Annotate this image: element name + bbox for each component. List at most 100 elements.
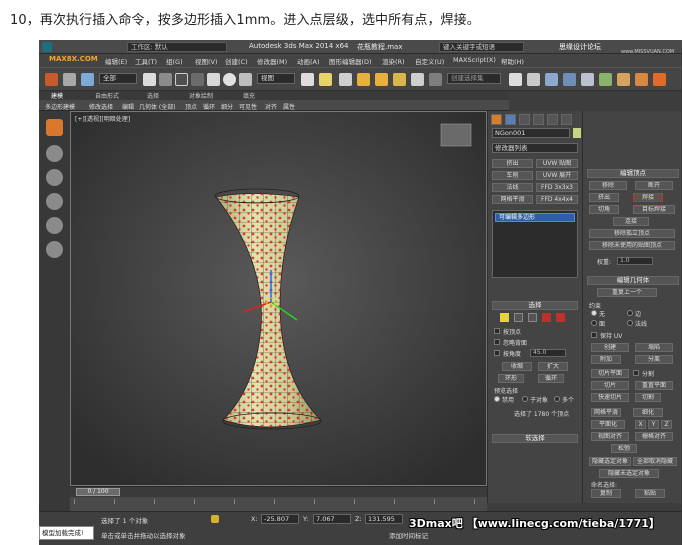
menu-tools[interactable]: 工具(T) (135, 56, 157, 66)
scale-icon[interactable] (239, 73, 252, 86)
target-weld-button[interactable]: 目标焊接 (633, 205, 675, 214)
ribbon-item-poly-modeling[interactable]: 多边形建模 (45, 102, 75, 111)
menu-animation[interactable]: 动画(A) (297, 56, 320, 66)
z-coord-field[interactable]: 131.595 (365, 514, 403, 524)
create-button[interactable]: 创建 (591, 343, 629, 352)
tessellate-button[interactable]: 细化 (633, 408, 663, 417)
ribbon-item-loops[interactable]: 循环 (203, 102, 215, 111)
lock-selection-icon[interactable] (211, 515, 219, 523)
view-cube[interactable] (440, 123, 472, 147)
constraint-face-radio[interactable] (591, 320, 597, 326)
unlink-icon[interactable] (81, 73, 94, 86)
hide-selected-button[interactable]: 隐藏选定对象 (589, 457, 631, 466)
polygon-level-icon[interactable] (542, 313, 551, 322)
menu-graph-editors[interactable]: 图形编辑器(D) (329, 56, 372, 66)
search-input[interactable]: 键入关键字或短语 (439, 42, 524, 52)
angle-snap-icon[interactable] (375, 73, 388, 86)
maxscript-listener[interactable]: 模型加载完成! (39, 526, 94, 540)
element-level-icon[interactable] (556, 313, 565, 322)
vertex-level-icon[interactable] (500, 313, 509, 322)
stack-item-editable-poly[interactable]: 可编辑多边形 (495, 213, 575, 222)
by-angle-field[interactable]: 45.0 (530, 349, 566, 357)
select-manipulate-icon[interactable] (319, 73, 332, 86)
rotate-icon[interactable] (223, 73, 236, 86)
ffd4-modifier-button[interactable]: FFD 4x4x4 (536, 195, 578, 204)
ribbon-item-properties[interactable]: 属性 (283, 102, 295, 111)
paste-button[interactable]: 粘贴 (635, 489, 665, 498)
preview-multi-radio[interactable] (554, 396, 560, 402)
spinner-snap-icon[interactable] (411, 73, 424, 86)
edit-vertices-header[interactable]: 编辑顶点 (587, 169, 679, 178)
cloud-icon[interactable] (46, 193, 63, 210)
reference-coord-dropdown[interactable]: 视图 (257, 73, 295, 84)
slice-plane-button[interactable]: 切片平面 (591, 369, 629, 378)
ribbon-item-align[interactable]: 对齐 (265, 102, 277, 111)
preview-off-radio[interactable] (494, 396, 500, 402)
menu-modifiers[interactable]: 修改器(M) (257, 56, 287, 66)
grow-button[interactable]: 扩大 (538, 362, 568, 371)
uvw-unwrap-modifier-button[interactable]: UVW 展开 (536, 171, 578, 180)
render-setup-icon[interactable] (635, 73, 648, 86)
edit-geometry-header[interactable]: 编辑几何体 (587, 276, 679, 285)
loop-button[interactable]: 循环 (538, 374, 564, 383)
menu-views[interactable]: 视图(V) (195, 56, 218, 66)
break-button[interactable]: 断开 (635, 181, 673, 190)
reset-plane-button[interactable]: 重置平面 (635, 381, 673, 390)
ribbon-tab-modeling[interactable]: 建模 (51, 91, 63, 100)
soft-selection-rollout-header[interactable]: 软选择 (492, 434, 578, 443)
render-icon[interactable] (653, 73, 666, 86)
remove-button[interactable]: 移除 (589, 181, 627, 190)
time-slider[interactable]: 0 / 100 (70, 486, 487, 497)
ring-button[interactable]: 环形 (498, 374, 524, 383)
utilities-tab-icon[interactable] (561, 114, 572, 125)
undo-icon[interactable] (45, 73, 58, 86)
collapse-button[interactable]: 塌陷 (635, 343, 673, 352)
by-vertex-checkbox[interactable] (494, 328, 500, 334)
track-bar[interactable] (70, 497, 487, 511)
perspective-viewport[interactable]: [+][透视][明暗处理] (70, 111, 487, 486)
ffd3-modifier-button[interactable]: FFD 3x3x3 (536, 183, 578, 192)
display-tab-icon[interactable] (547, 114, 558, 125)
grid-align-button[interactable]: 栅格对齐 (635, 432, 673, 441)
box-icon[interactable] (46, 119, 63, 136)
percent-snap-icon[interactable] (393, 73, 406, 86)
hide-unselected-button[interactable]: 隐藏未选定对象 (599, 469, 659, 478)
settings-icon[interactable] (46, 241, 63, 258)
menu-group[interactable]: 组(G) (166, 56, 183, 66)
add-time-tag[interactable]: 添加时间标记 (389, 530, 428, 540)
snap-icon[interactable] (357, 73, 370, 86)
ribbon-item-geometry-all[interactable]: 几何体 (全部) (139, 102, 176, 111)
ribbon-item-subdivision[interactable]: 细分 (221, 102, 233, 111)
workspace-dropdown[interactable]: 工作区: 默认 (127, 42, 227, 52)
hierarchy-tab-icon[interactable] (519, 114, 530, 125)
edit-named-sel-icon[interactable] (429, 73, 442, 86)
constraint-none-radio[interactable] (591, 310, 597, 316)
quickslice-button[interactable]: 快速切片 (591, 393, 629, 402)
ribbon-tab-object-paint[interactable]: 对象绘制 (189, 91, 213, 100)
constraint-normal-radio[interactable] (627, 320, 633, 326)
app-logo-icon[interactable] (42, 42, 52, 52)
planar-z-button[interactable]: Z (661, 420, 672, 429)
time-slider-handle[interactable]: 0 / 100 (76, 488, 120, 496)
ribbon-tab-populate[interactable]: 填充 (243, 91, 255, 100)
unhide-all-button[interactable]: 全部取消隐藏 (633, 457, 677, 466)
copy-button[interactable]: 复制 (591, 489, 621, 498)
move-icon[interactable] (207, 73, 220, 86)
graphite-toggle-icon[interactable] (563, 73, 576, 86)
lathe-modifier-button[interactable]: 车削 (492, 171, 533, 180)
ribbon-tab-selection[interactable]: 选择 (147, 91, 159, 100)
relax-button[interactable]: 松弛 (611, 444, 637, 453)
layer-icon[interactable] (545, 73, 558, 86)
connect-button[interactable]: 连接 (613, 217, 649, 226)
select-by-name-icon[interactable] (159, 73, 172, 86)
pivot-icon[interactable] (301, 73, 314, 86)
meshsmooth-modifier-button[interactable]: 网格平滑 (492, 195, 533, 204)
ribbon-tab-freeform[interactable]: 自由形式 (95, 91, 119, 100)
chamfer-button[interactable]: 切角 (589, 205, 619, 214)
selection-filter-dropdown[interactable]: 全部 (99, 73, 137, 84)
select-icon[interactable] (143, 73, 156, 86)
attach-button[interactable]: 附加 (591, 355, 621, 364)
planar-x-button[interactable]: X (635, 420, 646, 429)
ribbon-item-edit[interactable]: 编辑 (122, 102, 134, 111)
weld-button[interactable]: 焊接 (633, 193, 663, 202)
